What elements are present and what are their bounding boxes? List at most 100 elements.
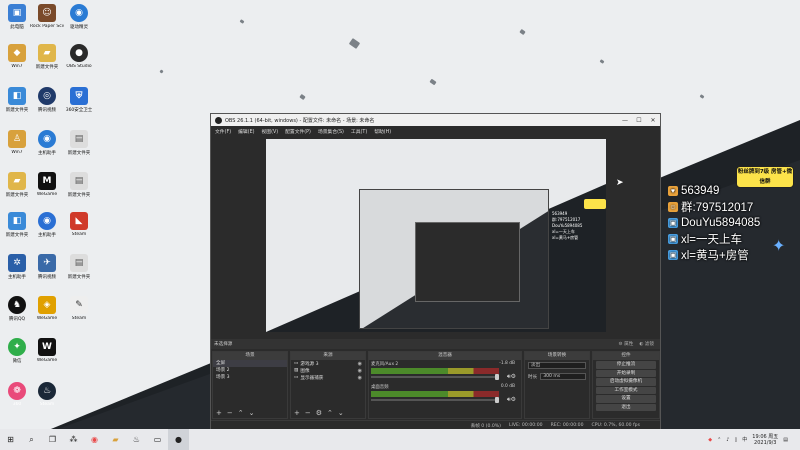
stop-streaming-button[interactable]: 停止推流 [596,361,656,369]
desktop-icon-wegame[interactable]: W WeGame [30,338,64,363]
scene-item[interactable]: 场景 2 [213,367,287,374]
move-down-icon[interactable]: ⌄ [338,409,344,417]
network-icon: ◧ [8,212,26,230]
tv-icon: ▣ [668,218,678,228]
desktop-icon-red[interactable]: ◣ Steam [62,212,96,237]
gear-icon[interactable]: ⚙ [316,409,322,417]
speaker-icon[interactable]: ♪ [726,437,729,443]
file-explorer-icon[interactable]: ▰ [105,429,126,450]
move-down-icon[interactable]: ⌄ [249,409,255,417]
start-virtual-camera-button[interactable]: 启动虚拟摄像机 [596,378,656,386]
desktop-icon-ship[interactable]: ✈ 腾讯视频 [30,254,64,280]
desktop-icon-steam[interactable]: ♨ Steam [30,382,64,407]
app-grid-icon[interactable]: ⁂ [63,429,84,450]
volume-slider[interactable] [371,374,499,380]
settings-button[interactable]: 设置 [596,395,656,403]
desktop-icon-wechat[interactable]: ✦ 微信 [0,338,34,364]
desktop-icon-net2[interactable]: ◧ 新建文件夹 [0,212,34,238]
source-item[interactable]: ▭ 显示器捕获 ◉ [291,374,365,381]
menu-edit[interactable]: 编辑(E) [238,128,254,135]
speaker-icon[interactable]: 🔊︎⚙ [507,373,516,381]
menu-scene-collection[interactable]: 场景集合(S) [318,128,344,135]
desktop-icon-doc[interactable]: ▤ 新建文件夹 [62,130,96,156]
desktop-icon-obs[interactable]: ● OBS Studio [62,44,96,69]
desktop-icon-steam-edit[interactable]: ✎ Steam [62,296,96,321]
minimize-icon[interactable]: — [618,117,632,124]
desktop-icon-game[interactable]: M WeGame [30,172,64,197]
document-icon: ▤ [70,254,88,272]
scene-item[interactable]: 场景 3 [213,374,287,381]
desktop-icon-folder[interactable]: ▰ 新建文件夹 [30,44,64,70]
notification-icon[interactable]: ▤ [783,437,788,443]
desktop-icon-wg[interactable]: ◈ WeGame [30,296,64,321]
duration-input[interactable]: 300 ms [540,373,586,380]
desktop-icon-360[interactable]: ❁ 360 [0,382,34,407]
fan-badge: 粉丝牌到7级 房管+微信群 [736,166,794,188]
eye-icon[interactable]: ◉ [358,368,362,374]
desktop-icon-doc2[interactable]: ▤ 新建文件夹 [62,172,96,198]
obs-titlebar[interactable]: OBS 26.1.1 (64-bit, windows) - 配置文件: 未命名… [211,114,660,126]
remove-icon[interactable]: − [227,409,233,417]
eye-icon[interactable]: ◉ [358,361,362,367]
network-icon: ◧ [8,87,26,105]
close-icon[interactable]: ✕ [646,117,660,124]
menu-help[interactable]: 帮助(H) [374,128,391,135]
channel-db: -1.8 dB [499,361,515,366]
menu-file[interactable]: 文件(F) [215,128,231,135]
task-view-icon[interactable]: ❐ [42,429,63,450]
filters-button[interactable]: ◐ 滤镜 [639,341,654,347]
transition-select[interactable]: 淡出 [528,362,586,369]
add-icon[interactable]: + [216,409,222,417]
menu-profile[interactable]: 配置文件(P) [285,128,311,135]
shield-icon: ⛨ [70,87,88,105]
eye-icon[interactable]: ◉ [358,375,362,381]
slider-knob[interactable] [495,397,499,403]
source-item[interactable]: ▭ 游戏源 3 ◉ [291,360,365,367]
desktop-icon-win7[interactable]: ◆ Win7 [0,44,34,69]
add-icon[interactable]: + [294,409,300,417]
obs-window[interactable]: OBS 26.1.1 (64-bit, windows) - 配置文件: 未命名… [210,113,661,430]
desktop-icon-driver[interactable]: ◉ 驱动精灵 [62,4,96,30]
move-up-icon[interactable]: ⌃ [238,409,244,417]
desktop-icon-assist2[interactable]: ◉ 主机助手 [30,212,64,238]
desktop-icon-computer[interactable]: ▣ 此电脑 [0,4,34,30]
desktop-icon-folder2[interactable]: ▰ 新建文件夹 [0,172,34,198]
menu-view[interactable]: 视图(V) [261,128,278,135]
desktop-icon-qq[interactable]: ♞ 腾讯QQ [0,296,34,322]
desktop-icon-user[interactable]: ♙ Win7 [0,130,34,155]
desktop-icon-network[interactable]: ◧ 新建文件夹 [0,87,34,113]
properties-button[interactable]: ⚙ 属性 [619,341,634,347]
obs-preview[interactable]: 563949 群:797512017 DouYu5894085 xl=一天上车 … [266,139,606,332]
search-icon[interactable]: ⌕ [21,429,42,450]
clock[interactable]: 19:06 周五 2021/9/3 [752,434,778,446]
start-button[interactable]: ⊞ [0,429,21,450]
scene-item[interactable]: 全屏 [213,360,287,367]
desktop-icon-assist[interactable]: ◉ 主机助手 [30,130,64,156]
steam-icon[interactable]: ♨ [126,429,147,450]
desktop-icon-doc3[interactable]: ▤ 新建文件夹 [62,254,96,280]
monitor-icon[interactable]: ▭ [147,429,168,450]
app-tray-icon[interactable]: ◆ [708,437,712,443]
move-up-icon[interactable]: ⌃ [327,409,333,417]
chevron-up-icon[interactable]: ⌃ [717,437,721,443]
desktop-icon-video[interactable]: ◎ 腾讯视频 [30,87,64,113]
slider-knob[interactable] [495,374,499,380]
obs-taskbar-icon[interactable]: ● [168,429,189,450]
mixer-dock: 混音器 麦克风/Aux 2 -1.8 dB 🔊︎⚙ 桌面音频 0.0 dB 🔊︎… [368,351,522,419]
start-recording-button[interactable]: 开始录制 [596,369,656,377]
desktop-icon-shield[interactable]: ⛨ 360安全卫士 [62,87,96,113]
browser-icon[interactable]: ◉ [84,429,105,450]
speaker-icon[interactable]: 🔊︎⚙ [507,396,516,404]
exit-button[interactable]: 退出 [596,403,656,411]
network-icon[interactable]: ▯ [734,437,737,443]
studio-mode-button[interactable]: 工作室模式 [596,386,656,394]
source-item[interactable]: ▨ 图像 ◉ [291,367,365,374]
desktop-icon-app[interactable]: ☺ Rock Paper Scissors [30,4,64,29]
menu-tools[interactable]: 工具(T) [351,128,367,135]
remove-icon[interactable]: − [305,409,311,417]
wallpaper-flake [699,94,705,99]
desktop-icon-gear[interactable]: ✲ 主机助手 [0,254,34,280]
volume-slider[interactable] [371,397,499,403]
ime-icon[interactable]: 中 [742,436,747,443]
maximize-icon[interactable]: ☐ [632,117,646,124]
